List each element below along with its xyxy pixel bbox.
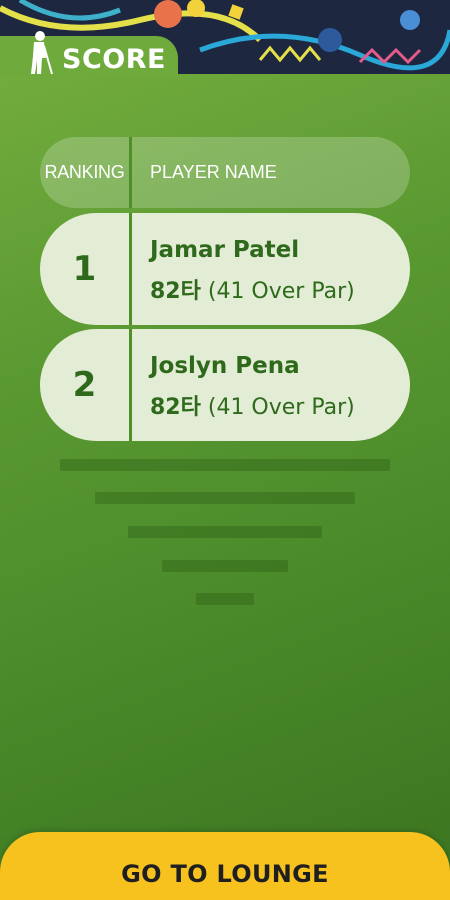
- row-divider: [129, 329, 132, 441]
- ranking-row: 2 Joslyn Pena 82타 (41 Over Par): [40, 329, 410, 441]
- placeholder-row: [196, 593, 254, 605]
- placeholder-row: [128, 526, 322, 538]
- placeholder-row: [95, 492, 355, 504]
- golfer-icon: [31, 31, 53, 75]
- column-header-player-name: PLAYER NAME: [150, 162, 277, 182]
- player-name: Jamar Patel: [150, 237, 300, 263]
- stroke-count: 82타: [150, 279, 201, 304]
- go-to-lounge-label: GO TO LOUNGE: [121, 860, 329, 888]
- rank-number: 1: [72, 249, 97, 289]
- placeholder-row: [60, 459, 390, 471]
- player-score: 82타 (41 Over Par): [150, 273, 355, 305]
- row-divider: [129, 213, 132, 325]
- player-score: 82타 (41 Over Par): [150, 389, 355, 421]
- ranking-table-header: RANKING PLAYER NAME: [40, 137, 410, 208]
- par-note: (41 Over Par): [207, 395, 355, 420]
- par-note: (41 Over Par): [207, 279, 355, 304]
- stroke-count: 82타: [150, 395, 201, 420]
- placeholder-row: [162, 560, 288, 572]
- ranking-row: 1 Jamar Patel 82타 (41 Over Par): [40, 213, 410, 325]
- player-name: Joslyn Pena: [150, 353, 300, 379]
- score-screen: SCORE RANKING PLAYER NAME 1 Jamar Patel …: [0, 0, 450, 900]
- column-header-ranking: RANKING: [44, 162, 125, 182]
- rank-number: 2: [72, 365, 97, 405]
- column-divider: [129, 137, 132, 208]
- page-title: SCORE: [62, 44, 166, 75]
- go-to-lounge-button[interactable]: GO TO LOUNGE: [0, 832, 450, 900]
